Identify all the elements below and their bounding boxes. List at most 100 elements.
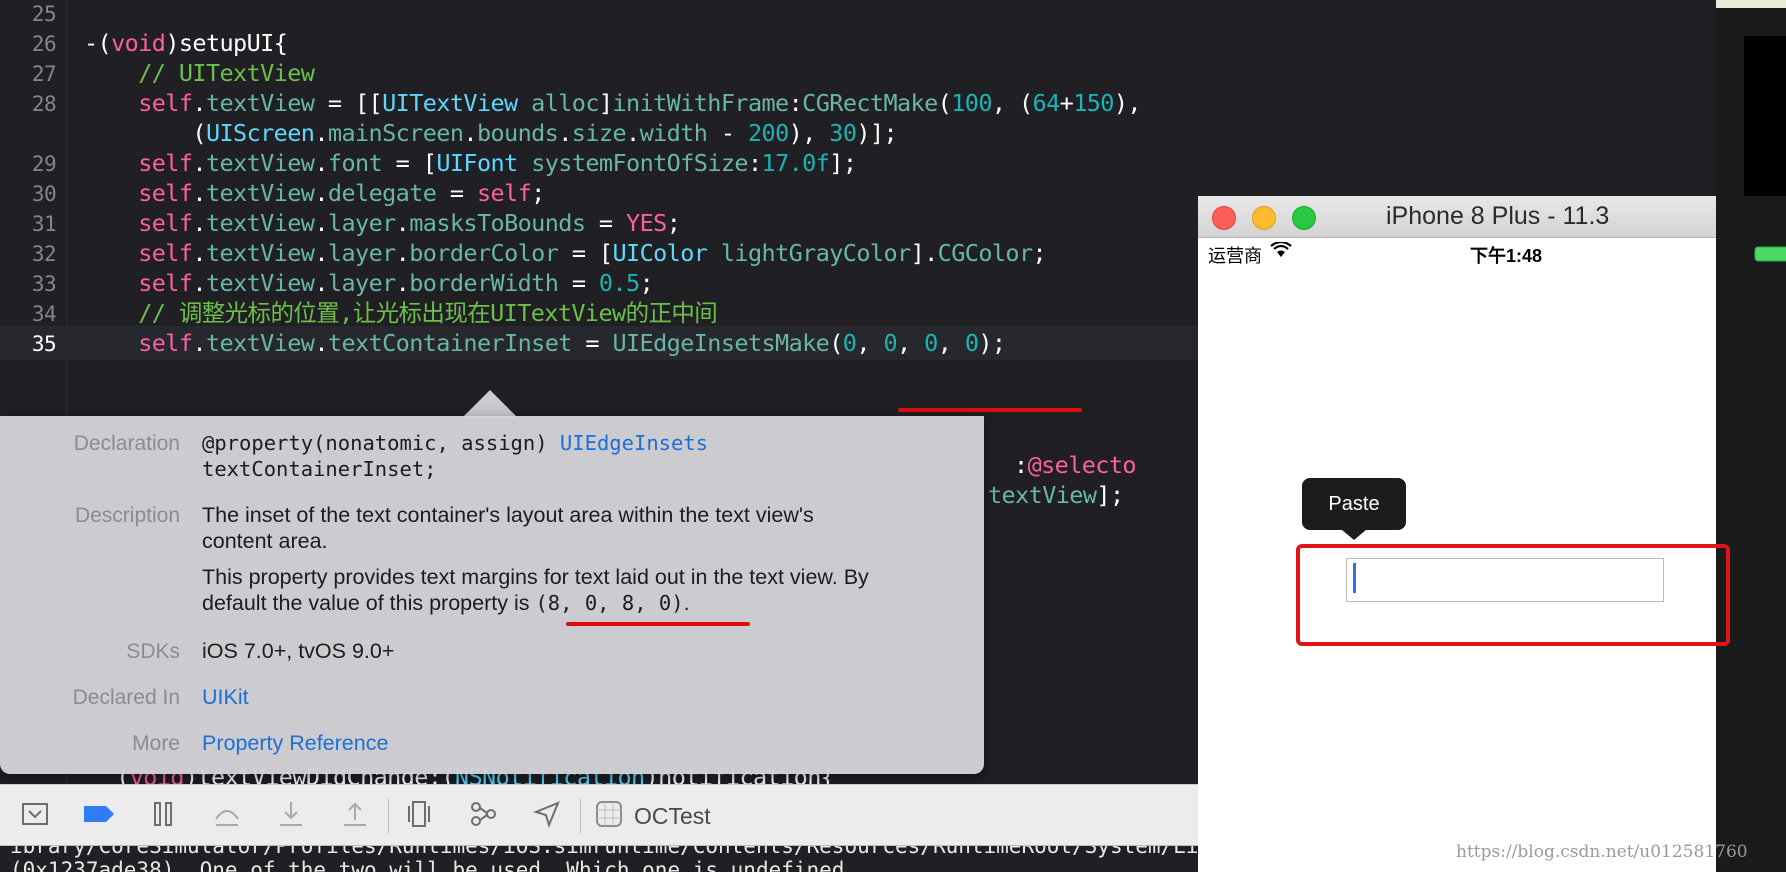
zoom-window-button[interactable]	[1292, 206, 1316, 230]
code-token: UIScreen	[205, 119, 315, 147]
step-into-icon[interactable]	[274, 799, 308, 833]
code-token: 0	[842, 329, 857, 357]
declaration-type-link[interactable]: UIEdgeInsets	[560, 431, 708, 455]
code-line[interactable]: 28 self.textView = [[UITextView alloc]in…	[0, 86, 1142, 120]
code-token: CGColor	[937, 239, 1033, 267]
code-token: borderWidth	[409, 269, 559, 297]
paste-menu-item[interactable]: Paste	[1302, 478, 1406, 530]
code-line[interactable]: 33 self.textView.layer.borderWidth = 0.5…	[0, 266, 654, 300]
description-p2-line2-prefix: default the value of this property is	[202, 591, 536, 615]
code-token: textView	[205, 179, 315, 207]
declared-in-label: Declared In	[72, 686, 180, 709]
code-token: textView	[205, 329, 315, 357]
code-line[interactable]: 27 // UITextView	[0, 56, 315, 90]
code-token: masksToBounds	[409, 209, 586, 237]
code-token: size	[571, 119, 627, 147]
description-label: Description	[74, 504, 180, 527]
code-line[interactable]: (UIScreen.mainScreen.bounds.size.width -…	[0, 116, 897, 150]
code-token: .	[314, 269, 328, 297]
code-token: +	[1059, 89, 1074, 117]
breakpoint-icon[interactable]	[82, 799, 116, 833]
code-line[interactable]: 29 self.textView.font = [UIFont systemFo…	[0, 146, 857, 180]
step-out-icon[interactable]	[338, 799, 372, 833]
memory-graph-icon[interactable]	[466, 799, 500, 833]
code-token: layer	[327, 209, 396, 237]
close-window-button[interactable]	[1212, 206, 1236, 230]
code-token: 0	[964, 329, 979, 357]
code-token: mainScreen	[327, 119, 464, 147]
code-token: layer	[327, 269, 396, 297]
code-token: // 调整光标的位置,让光标出现在UITextView的正中间	[138, 299, 718, 327]
code-line[interactable]: 26 -(void)setupUI{	[0, 26, 288, 60]
declaration-prefix: @property(nonatomic, assign)	[202, 431, 560, 455]
description-p1-line2: content area.	[202, 529, 328, 553]
code-token: .	[192, 329, 206, 357]
code-token: 0	[883, 329, 898, 357]
code-token: .	[314, 239, 328, 267]
code-token: self	[138, 329, 193, 357]
code-token: );	[978, 329, 1006, 357]
view-debugger-icon[interactable]	[402, 799, 436, 833]
code-line[interactable]: 35 self.textView.textContainerInset = UI…	[0, 326, 1200, 360]
sdks-value: iOS 7.0+, tvOS 9.0+	[202, 639, 395, 663]
code-fragment-textview[interactable]: textView];	[988, 478, 1124, 512]
code-token: ].	[910, 239, 939, 267]
code-token: textContainerInset	[327, 329, 572, 357]
code-line[interactable]: 34 // 调整光标的位置,让光标出现在UITextView的正中间	[0, 296, 718, 330]
code-fragment-selector[interactable]: :@selecto	[1014, 448, 1137, 482]
status-time: 下午1:48	[1470, 246, 1543, 266]
simulator-title-bar[interactable]: iPhone 8 Plus - 11.3	[1198, 196, 1716, 238]
code-token: ),	[1113, 89, 1142, 117]
code-line[interactable]: 31 self.textView.layer.masksToBounds = Y…	[0, 206, 681, 240]
background-window-top	[1716, 0, 1786, 8]
pause-icon[interactable]	[146, 799, 180, 833]
step-over-icon[interactable]	[210, 799, 244, 833]
minimize-window-button[interactable]	[1252, 206, 1276, 230]
code-token: (	[937, 89, 952, 117]
code-token: 64	[1032, 89, 1061, 117]
carrier-label: 运营商	[1208, 246, 1262, 266]
app-icon[interactable]	[592, 799, 626, 833]
code-token: void	[111, 29, 166, 57]
debug-console[interactable]: ibrary/CoreSimulator/Profiles/Runtimes/i…	[0, 846, 1198, 872]
code-token: .	[314, 209, 328, 237]
hide-debug-area-icon[interactable]	[18, 799, 52, 833]
code-token: width	[639, 119, 708, 147]
code-token: 150	[1073, 89, 1114, 117]
code-token: ;	[666, 209, 681, 237]
code-token: .	[463, 119, 477, 147]
scheme-name[interactable]: OCTest	[634, 801, 711, 831]
watermark: https://blog.csdn.net/u012581760	[1456, 842, 1748, 862]
line-number: 35	[31, 332, 57, 356]
code-token: ];	[1096, 481, 1124, 509]
code-token: ]	[598, 89, 613, 117]
code-token: YES	[626, 209, 667, 237]
code-token: self	[138, 149, 193, 177]
code-token: -	[707, 119, 748, 147]
declared-in-link[interactable]: UIKit	[202, 684, 249, 710]
description-paragraph-1: The inset of the text container's layout…	[202, 502, 814, 554]
toolbar-separator	[388, 799, 389, 833]
code-line[interactable]: 32 self.textView.layer.borderColor = [UI…	[0, 236, 1047, 270]
property-reference-link[interactable]: Property Reference	[202, 730, 388, 756]
simulator-title: iPhone 8 Plus - 11.3	[1386, 202, 1610, 230]
code-token: =	[558, 269, 599, 297]
code-token: UITextView	[382, 89, 518, 117]
code-token: ;	[639, 269, 654, 297]
location-icon[interactable]	[530, 799, 564, 833]
code-token: ),	[788, 119, 830, 147]
code-token: .	[192, 149, 206, 177]
toolbar-separator	[580, 799, 581, 833]
simulator-window[interactable]: iPhone 8 Plus - 11.3 运营商 下午1:48 Paste	[1198, 196, 1786, 872]
code-token: =	[585, 209, 627, 237]
code-line[interactable]: 30 self.textView.delegate = self;	[0, 176, 545, 210]
text-view[interactable]	[1346, 558, 1664, 602]
debug-toolbar: OCTest	[0, 784, 1198, 846]
